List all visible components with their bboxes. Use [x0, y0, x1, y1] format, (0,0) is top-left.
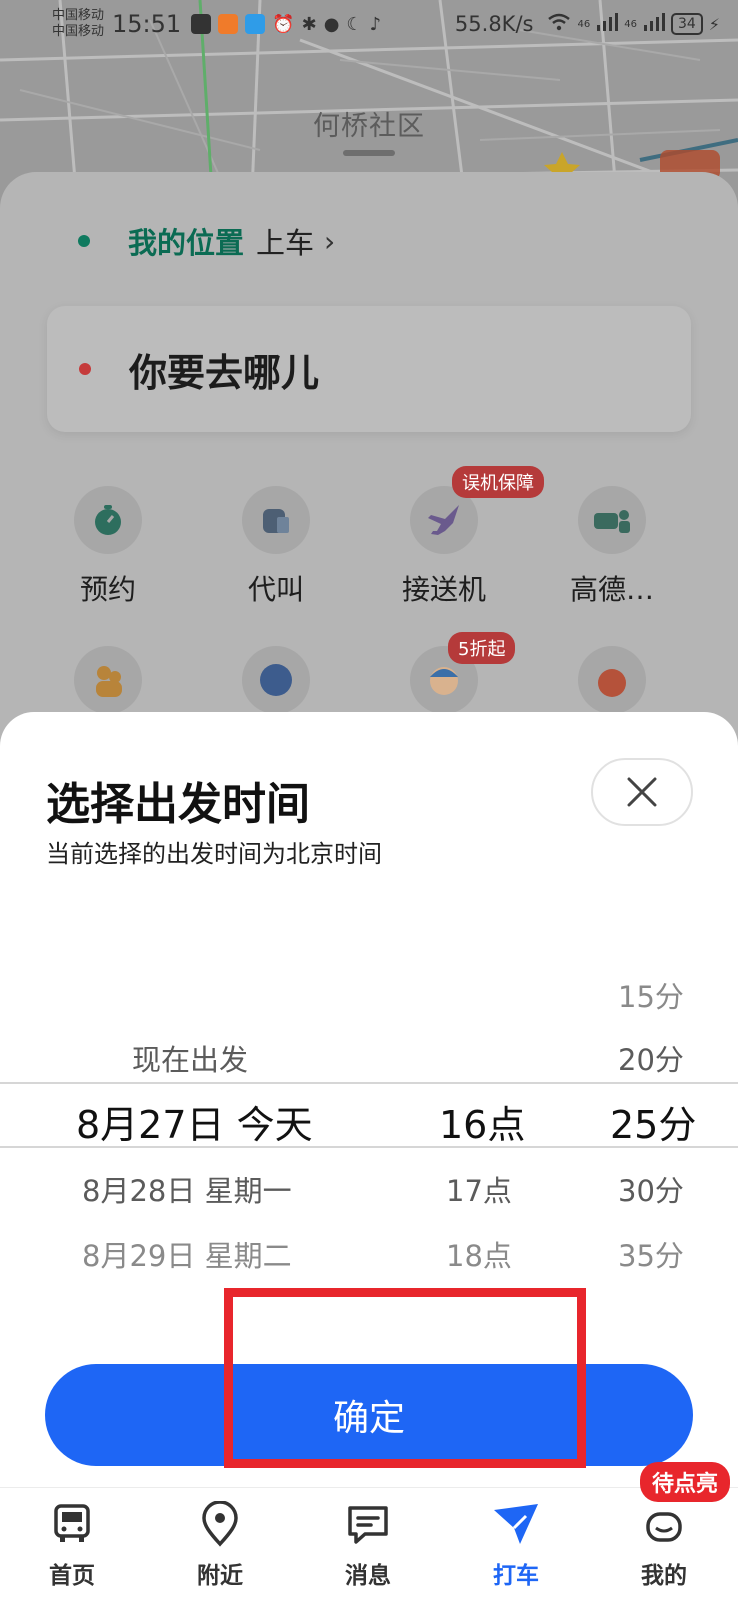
nav-label: 我的: [641, 1563, 687, 1589]
service-row2-4[interactable]: [537, 646, 687, 714]
map-place-label: 何桥社区: [313, 111, 425, 142]
status-bar: 中国移动 中国移动 15:51 ⏰ ✱ ● ☾ ♪ 55.8K/s 46 46 …: [0, 0, 738, 48]
nav-label: 附近: [197, 1563, 243, 1589]
departure-time-modal: 选择出发时间 当前选择的出发时间为北京时间 现在出发 8月27日 今天 8月28…: [0, 712, 738, 1487]
nav-label: 消息: [345, 1563, 391, 1589]
pickup-row[interactable]: 我的位置 上车 ›: [78, 220, 335, 262]
chevron-right-icon: ›: [324, 224, 336, 258]
carrier-2: 中国移动: [52, 24, 105, 39]
service-reserve[interactable]: 预约: [33, 486, 183, 608]
network-speed: 55.8K/s: [454, 12, 534, 36]
destination-dot-icon: [79, 363, 91, 375]
profile-badge: 待点亮: [640, 1462, 731, 1502]
alarm-icon: ⏰: [272, 13, 295, 35]
hour-option[interactable]: 18点: [446, 1233, 512, 1275]
service-label: 代叫: [247, 573, 304, 606]
do-not-disturb-icon: ☾: [346, 13, 363, 35]
message-icon: [308, 1498, 428, 1550]
mute-icon: ♪: [369, 13, 382, 35]
money-bag-icon: [578, 646, 646, 714]
service-label: 接送机: [401, 573, 486, 606]
close-icon: [627, 777, 657, 807]
nav-profile[interactable]: 我的: [604, 1498, 724, 1590]
charging-icon: ⚡: [708, 14, 720, 34]
wifi-icon: [547, 13, 571, 35]
destination-input[interactable]: 你要去哪儿: [47, 306, 691, 432]
service-row2-1[interactable]: [33, 646, 183, 714]
app-notification-icon: [191, 14, 212, 34]
status-right: 46 46 34 ⚡: [547, 13, 720, 35]
location-status-icon: ●: [323, 13, 340, 35]
service-gaode[interactable]: 高德…: [537, 486, 687, 608]
signal-2-label: 46: [624, 18, 637, 30]
minute-option-selected[interactable]: 25分: [610, 1094, 696, 1149]
close-button[interactable]: [591, 758, 693, 826]
time-picker[interactable]: 现在出发 8月27日 今天 8月28日 星期一 8月29日 星期二 16点 17…: [0, 980, 738, 1312]
minute-option[interactable]: 15分: [618, 974, 684, 1016]
destination-placeholder: 你要去哪儿: [129, 350, 320, 395]
signal-2-icon: [643, 13, 665, 35]
profile-icon: [604, 1498, 724, 1550]
search-app-icon: [245, 14, 266, 34]
service-row2-2[interactable]: [201, 646, 351, 714]
video-app-icon: [218, 14, 239, 34]
taxi-icon: [456, 1498, 576, 1550]
carrier-1: 中国移动: [52, 8, 105, 23]
minute-option[interactable]: 30分: [618, 1168, 684, 1210]
car-call-icon: [242, 486, 310, 554]
date-option[interactable]: 现在出发: [132, 1037, 248, 1079]
drag-handle[interactable]: [343, 150, 395, 156]
nav-label: 首页: [49, 1563, 95, 1589]
carrier-info: 中国移动 中国移动: [52, 8, 104, 40]
battery-level: 34: [670, 13, 703, 35]
status-time: 15:51: [112, 10, 182, 38]
confirm-button[interactable]: 确定: [45, 1364, 693, 1466]
modal-title: 选择出发时间: [46, 779, 310, 830]
pickup-location: 我的位置: [128, 226, 245, 260]
pickup-dot-icon: [78, 235, 90, 247]
car-passenger-icon: [578, 486, 646, 554]
hour-option[interactable]: 17点: [446, 1168, 512, 1210]
bluetooth-icon: ✱: [301, 13, 317, 35]
pickup-action: 上车: [256, 226, 315, 260]
minute-option[interactable]: 35分: [618, 1233, 684, 1275]
nav-taxi[interactable]: 打车: [456, 1498, 576, 1590]
enterprise-icon: [242, 646, 310, 714]
location-pin-icon: [160, 1498, 280, 1550]
bottom-nav: 首页 附近 消息 打车 我的: [0, 1487, 738, 1600]
nav-home[interactable]: 首页: [12, 1498, 132, 1590]
service-label: 高德…: [569, 573, 654, 606]
modal-subtitle: 当前选择的出发时间为北京时间: [46, 840, 382, 868]
notification-icons: ⏰ ✱ ● ☾ ♪: [191, 14, 381, 35]
discount-badge: 5折起: [448, 632, 516, 664]
service-call-for-others[interactable]: 代叫: [201, 486, 351, 608]
date-option[interactable]: 8月29日 星期二: [82, 1233, 292, 1275]
flight-delay-badge: 误机保障: [452, 466, 544, 498]
group-icon: [74, 646, 142, 714]
nav-nearby[interactable]: 附近: [160, 1498, 280, 1590]
signal-1-label: 46: [577, 18, 591, 30]
nav-messages[interactable]: 消息: [308, 1498, 428, 1590]
service-label: 预约: [79, 573, 136, 606]
date-option[interactable]: 8月28日 星期一: [82, 1168, 292, 1210]
clock-icon: [74, 486, 142, 554]
bus-icon: [12, 1498, 132, 1550]
nav-label: 打车: [493, 1563, 539, 1589]
date-option-selected[interactable]: 8月27日 今天: [76, 1094, 313, 1149]
service-airport[interactable]: 接送机: [369, 486, 519, 608]
hour-option-selected[interactable]: 16点: [439, 1094, 525, 1149]
signal-1-icon: [596, 13, 619, 35]
minute-option[interactable]: 20分: [618, 1037, 684, 1079]
